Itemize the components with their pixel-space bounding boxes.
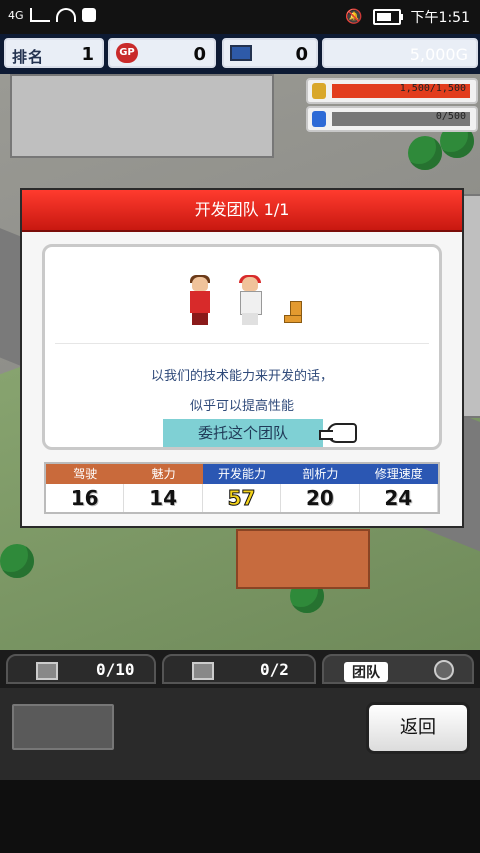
back-button[interactable]: 返回 <box>366 702 470 754</box>
tab-team[interactable]: 团队 <box>322 654 474 684</box>
bottom-panel: 返回 <box>0 688 480 853</box>
computer-icon <box>230 45 252 61</box>
pointing-hand-icon <box>319 423 357 443</box>
dev-team-dialog: 开发团队 1/1 以我们的技术能力来开发的话， 似乎可以提高性能 委托这个团队 … <box>20 188 464 528</box>
driver-character-icon <box>182 275 218 325</box>
dialog-title: 开发团队 1/1 <box>22 190 462 232</box>
mute-icon: 🔕 <box>345 9 363 25</box>
coin-icon <box>312 83 326 99</box>
message-line-1: 以我们的技术能力来开发的话， <box>150 369 333 384</box>
stat-header-repair: 修理速度 <box>359 464 438 484</box>
bottom-tabs: 0/10 0/2 团队 <box>0 650 480 688</box>
commission-team-button[interactable]: 委托这个团队 <box>163 419 323 447</box>
crate-icon <box>36 662 58 680</box>
stats-table: 驾驶 魅力 开发能力 剖析力 修理速度 16 14 57 20 24 <box>44 462 440 514</box>
stat-value-dev-number: 57 <box>227 486 256 511</box>
tab-team-label: 团队 <box>344 662 388 682</box>
rank-box[interactable]: 排名 1 <box>4 38 104 68</box>
tab-cars-label: 0/2 <box>260 660 289 679</box>
resource-text-2: 0/500 <box>435 111 466 122</box>
clock: 下午1:51 <box>410 10 470 26</box>
empty-chair-icon <box>282 301 302 325</box>
mechanic-character-icon <box>232 275 268 325</box>
network-type: 4G <box>8 8 24 22</box>
status-bar: 4G 🔕 下午1:51 <box>0 0 480 34</box>
rooftop <box>236 529 370 589</box>
team-panel: 以我们的技术能力来开发的话， 似乎可以提高性能 委托这个团队 <box>42 244 442 450</box>
stat-value-repair: 24 <box>359 484 438 512</box>
tab-crates-label: 0/10 <box>96 660 135 679</box>
message-line-2: 似乎可以提高性能 <box>189 399 294 414</box>
stat-header-charm: 魅力 <box>124 464 203 484</box>
tree-icon <box>0 544 34 578</box>
building <box>10 74 274 158</box>
resource-text-1: 1,500/1,500 <box>399 83 466 94</box>
car-icon <box>192 662 214 680</box>
panel-divider <box>55 343 429 344</box>
pc-box[interactable]: 0 <box>222 38 318 68</box>
stat-value-charm: 14 <box>124 484 203 512</box>
tab-crates[interactable]: 0/10 <box>6 654 156 684</box>
tab-cars[interactable]: 0/2 <box>162 654 316 684</box>
wifi-icon <box>55 8 76 22</box>
top-hud: 排名 1 GP 0 0 5,000G <box>0 34 480 74</box>
rank-label: 排名 <box>12 48 45 66</box>
gp-value: 0 <box>193 44 206 65</box>
resource-meter-2: 0/500 <box>306 106 478 132</box>
shield-icon <box>81 8 96 22</box>
gp-icon: GP <box>116 43 138 63</box>
bottom-black-area <box>0 780 480 853</box>
money-value: 5,000G <box>409 45 468 64</box>
stat-value-analysis: 20 <box>281 484 360 512</box>
money-box: 5,000G <box>322 38 478 68</box>
stat-header-analysis: 剖析力 <box>281 464 360 484</box>
gp-box[interactable]: GP 0 <box>108 38 216 68</box>
person-icon <box>434 660 454 680</box>
team-characters <box>45 265 439 325</box>
status-right: 🔕 下午1:51 <box>345 7 470 27</box>
tree-icon <box>408 136 442 170</box>
info-box <box>12 704 114 750</box>
resource-meter-1: 1,500/1,500 <box>306 78 478 104</box>
signal-icon <box>29 8 50 22</box>
potion-icon <box>312 111 326 127</box>
stat-header-dev: 开发能力 <box>202 464 282 484</box>
stat-value-dev: 57 <box>202 484 282 512</box>
rank-value: 1 <box>81 44 94 65</box>
stat-header-driving: 驾驶 <box>46 464 125 484</box>
battery-icon <box>372 9 403 25</box>
pc-value: 0 <box>295 44 308 65</box>
stat-value-driving: 16 <box>46 484 125 512</box>
status-left: 4G <box>8 8 96 22</box>
